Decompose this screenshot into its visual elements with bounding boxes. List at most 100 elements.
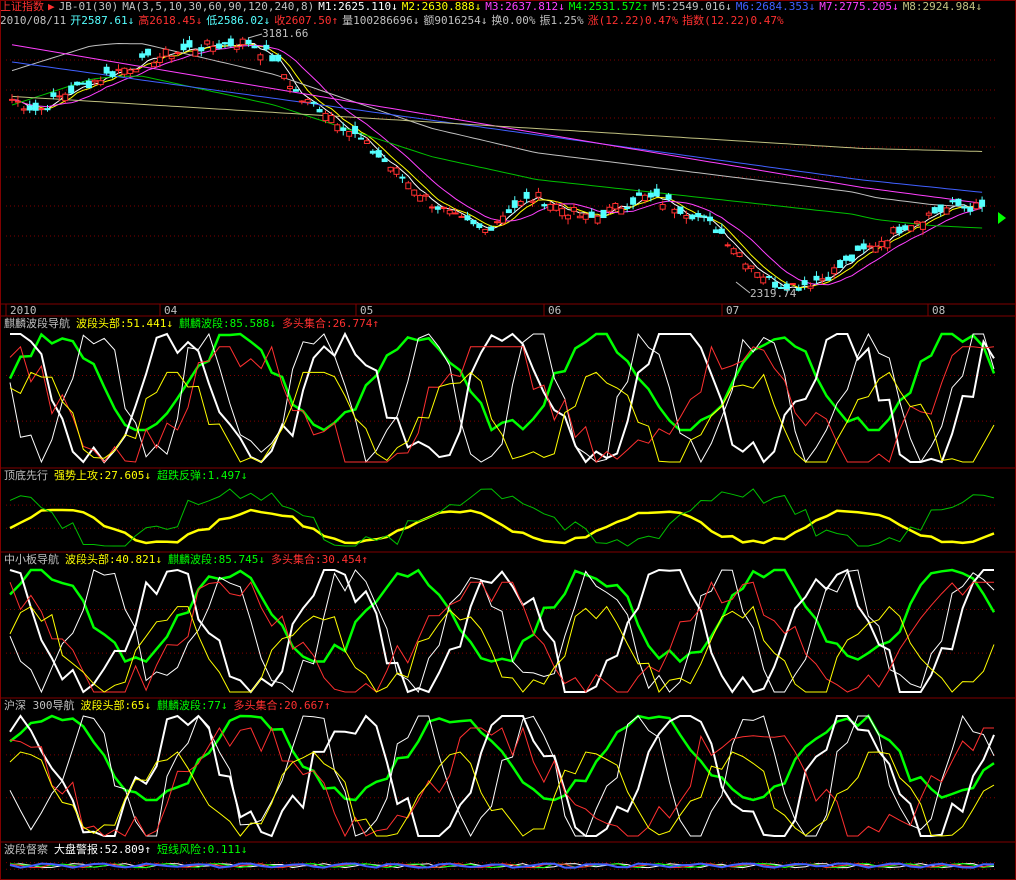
candle-body — [97, 80, 104, 86]
candle-body — [819, 278, 826, 281]
candle-body — [588, 211, 595, 218]
candle-body — [724, 244, 731, 247]
candle-body — [535, 191, 542, 198]
candle-body — [582, 213, 589, 220]
candle-body — [523, 191, 530, 199]
candle-body — [878, 240, 885, 248]
candle-body — [210, 45, 217, 52]
candle-body — [91, 79, 98, 83]
date-axis: 2010 04 05 06 07 08 — [5, 304, 945, 317]
candle-body — [559, 208, 566, 217]
candle-body — [281, 74, 288, 79]
ma-line-120 — [11, 61, 983, 193]
panel-value: 波段头部:40.821↓ — [65, 553, 162, 566]
candle-body — [494, 221, 501, 224]
low-pointer — [735, 281, 751, 294]
panel-name[interactable]: 沪深 300导航 — [4, 699, 75, 712]
panel-name[interactable]: 麒麟波段导航 — [4, 317, 70, 330]
candle-body — [742, 263, 749, 270]
candle-body — [257, 54, 264, 61]
x-label-4: 07 — [726, 304, 739, 317]
candle-body — [671, 208, 678, 214]
candle-body — [955, 198, 962, 206]
panel-name[interactable]: 中小板导航 — [4, 553, 59, 566]
candle-body — [884, 240, 891, 249]
candle-body — [896, 226, 903, 234]
candle-body — [647, 192, 654, 198]
candle-body — [375, 150, 382, 158]
candle-body — [848, 254, 855, 262]
ma-line-10 — [11, 44, 983, 286]
candle-body — [369, 150, 376, 154]
candle-body — [50, 92, 57, 97]
candle-body — [251, 45, 258, 49]
panel-value: 多头集合:30.454↑ — [270, 553, 368, 566]
candle-body — [405, 182, 412, 190]
panel-name[interactable]: 波段督察 — [4, 843, 48, 856]
candle-body — [121, 67, 128, 75]
candle-body — [641, 194, 648, 202]
candle-body — [943, 207, 950, 215]
candle-body — [245, 39, 252, 45]
panel-title-1: 顶底先行 强势上攻:27.605↓ 超跌反弹:1.497↓ — [4, 469, 253, 483]
candle-body — [322, 112, 329, 122]
candle-body — [328, 115, 335, 124]
candle-body — [683, 215, 690, 219]
panel-3-line-3 — [9, 726, 994, 838]
candle-body — [162, 48, 169, 57]
candle-body — [677, 206, 684, 214]
candle-body — [145, 48, 152, 56]
candle-body — [381, 158, 388, 163]
panel-name[interactable]: 顶底先行 — [4, 469, 48, 482]
candle-body — [79, 82, 86, 85]
candle-body — [186, 40, 193, 48]
panel-value: 波段头部:51.441↓ — [76, 317, 173, 330]
candle-body — [393, 167, 400, 175]
candle-body — [736, 252, 743, 257]
candle-body — [233, 46, 240, 50]
candle-body — [275, 54, 282, 62]
panel-0-line-2 — [9, 332, 995, 464]
candle-body — [925, 212, 932, 216]
panel-value: 波段头部:65↓ — [80, 699, 152, 712]
ma-line-5 — [11, 43, 983, 289]
candle-body — [831, 267, 838, 275]
candle-body — [227, 38, 234, 47]
candle-body — [517, 200, 524, 206]
candle-body — [482, 228, 489, 233]
candle-body — [446, 209, 453, 215]
candle-body — [103, 66, 110, 74]
panel-value: 多头集合:20.667↑ — [233, 699, 331, 712]
ma-line-60 — [11, 75, 983, 229]
candle-body — [458, 215, 465, 218]
ma-line-3 — [11, 42, 983, 289]
candle-body — [476, 223, 483, 228]
candle-body — [801, 280, 808, 286]
candle-body — [706, 216, 713, 222]
candle-body — [32, 102, 39, 111]
candle-body — [967, 206, 974, 212]
chart-canvas[interactable]: 3181.66 2319.74 2010 04 05 06 07 08 — [0, 0, 1016, 880]
candle-body — [192, 49, 199, 57]
candle-body — [718, 228, 725, 234]
panel-2-line-1 — [9, 568, 994, 694]
candle-body — [470, 219, 477, 225]
low-price-label: 2319.74 — [750, 287, 797, 300]
panel-3-line-1 — [9, 714, 995, 838]
candle-body — [428, 206, 435, 209]
candle-body — [618, 207, 625, 215]
x-label-1: 04 — [164, 304, 178, 317]
candle-body — [56, 95, 63, 98]
candle-body — [68, 85, 75, 94]
candle-body — [340, 127, 347, 131]
candle-body — [505, 209, 512, 214]
indicator-panels — [8, 331, 996, 869]
panel-value: 麒麟波段:77↓ — [157, 699, 228, 712]
candle-body — [204, 40, 211, 45]
candle-body — [612, 203, 619, 210]
candle-body — [334, 124, 341, 132]
moving-average-lines — [11, 42, 983, 289]
candle-body — [115, 68, 122, 72]
candle-body — [748, 265, 755, 269]
candle-body — [979, 199, 986, 207]
